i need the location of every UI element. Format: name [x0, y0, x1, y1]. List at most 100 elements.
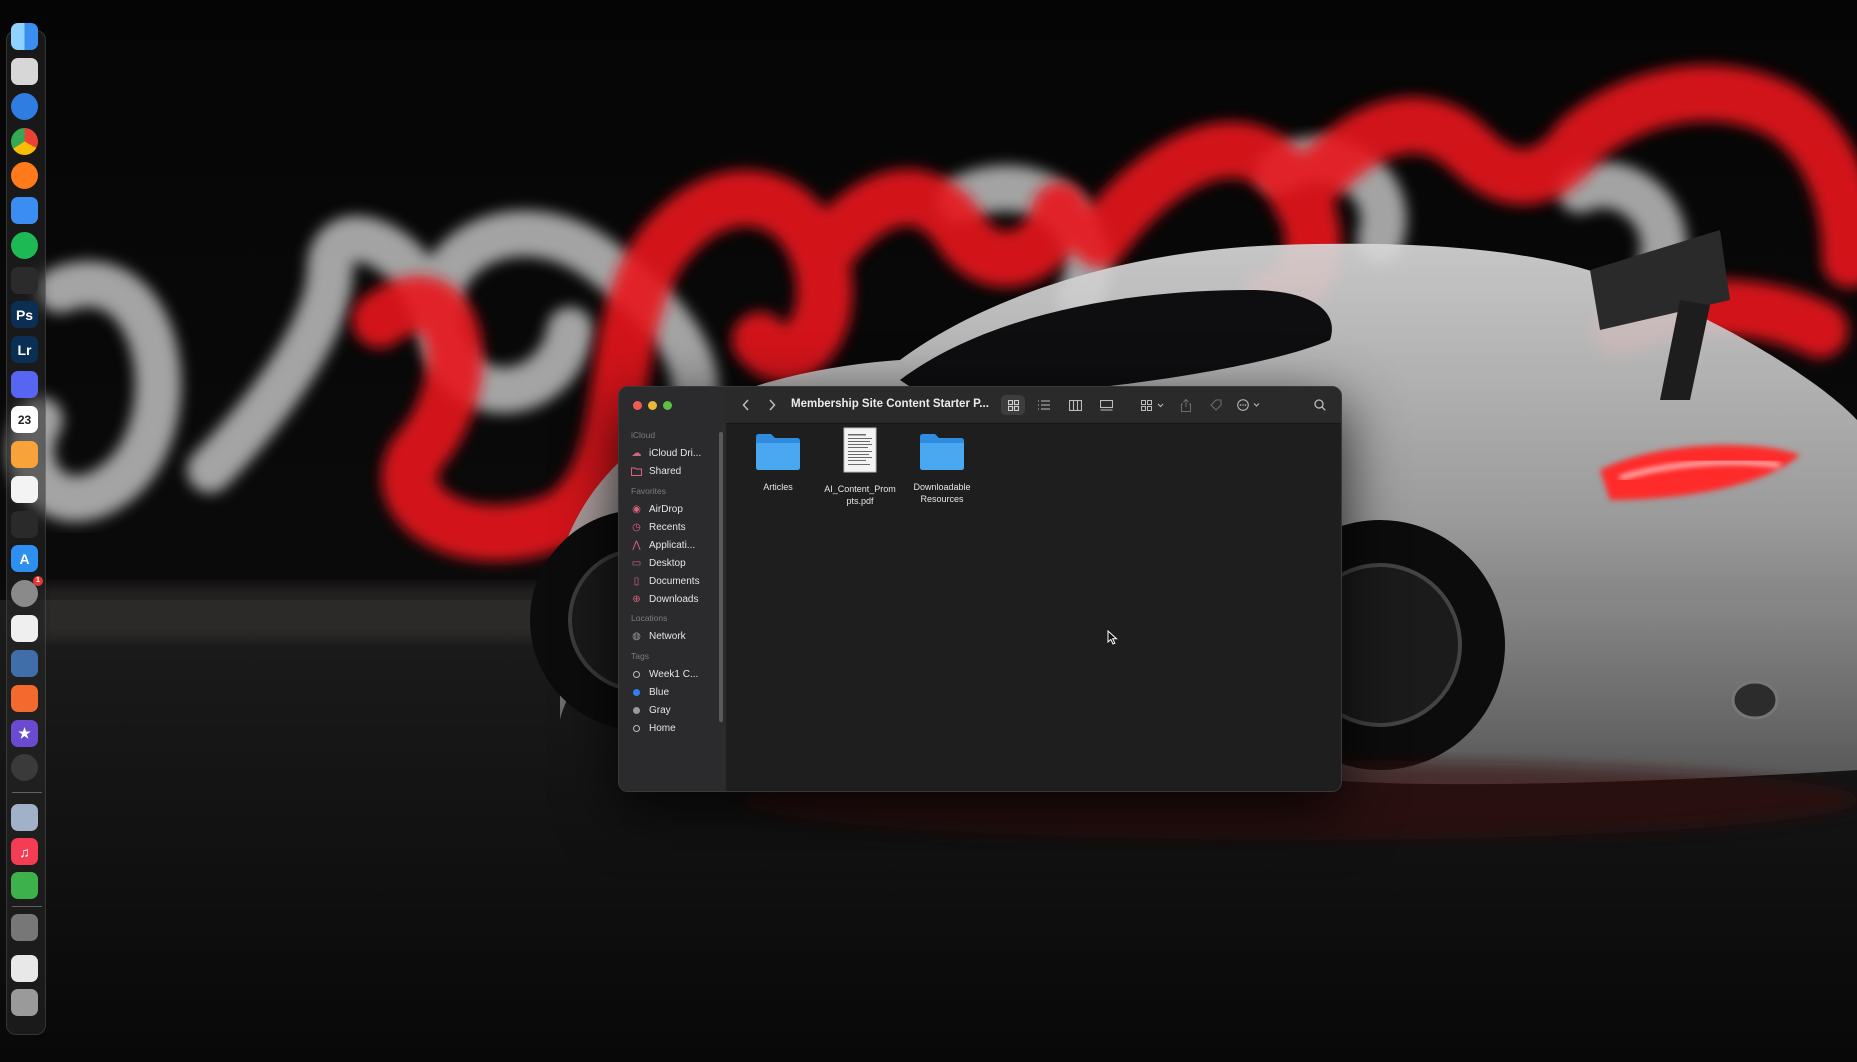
gallery-icon: [1099, 399, 1113, 411]
finder-content-area: Articles AI_Content_Prom pts.pdf Downloa…: [726, 424, 1341, 791]
grid-icon: [1007, 399, 1019, 411]
screenshot-thumbnail-icon[interactable]: [11, 914, 38, 941]
pdf-document-icon: [843, 427, 877, 473]
document-icon: ▯: [633, 575, 640, 587]
close-window-button[interactable]: [633, 401, 642, 410]
obs-icon[interactable]: [11, 754, 38, 781]
columns-icon: [1068, 399, 1082, 411]
notification-badge: 1: [33, 576, 43, 586]
file-item-ai-content-prompts-pdf[interactable]: AI_Content_Prom pts.pdf: [820, 424, 900, 507]
ellipsis-circle-chevron-icon: [1237, 399, 1260, 411]
sidebar-tag-gray[interactable]: Gray: [631, 701, 719, 719]
sidebar-tag-blue[interactable]: Blue: [631, 683, 719, 701]
sidebar-item-documents[interactable]: ▯ Documents: [631, 572, 719, 590]
dock-icon-label: A: [19, 550, 30, 567]
trash-icon[interactable]: [11, 989, 38, 1016]
list-view-button[interactable]: [1032, 395, 1056, 415]
file-name: Articles: [763, 482, 793, 492]
group-grid-chevron-icon: [1141, 399, 1164, 411]
sidebar-item-label: Applicati...: [649, 539, 696, 551]
finder-icon[interactable]: [11, 23, 38, 50]
dock-icon-label: Ps: [15, 306, 34, 323]
preview-icon[interactable]: [11, 804, 38, 831]
sidebar-section-tags: Tags: [631, 651, 649, 661]
music-icon[interactable]: ♫: [11, 838, 38, 865]
calendar-icon[interactable]: 23: [11, 406, 38, 433]
file-name-line-1: AI_Content_Prom: [824, 484, 896, 494]
sidebar-scrollbar[interactable]: [719, 432, 723, 722]
file-name-line-2: Resources: [920, 493, 964, 504]
app-store-icon[interactable]: A: [11, 545, 38, 572]
finder-window: iCloud ☁ iCloud Dri... Shared Favorites …: [618, 386, 1342, 792]
tag-button[interactable]: [1206, 395, 1226, 415]
sidebar-item-shared[interactable]: Shared: [631, 462, 719, 480]
proxyman-icon[interactable]: [11, 650, 38, 677]
forward-button[interactable]: [764, 395, 780, 415]
clock-icon: ◷: [632, 521, 641, 533]
chevron-left-icon: [742, 399, 749, 411]
search-button[interactable]: [1310, 395, 1330, 415]
sidebar-item-desktop[interactable]: ▭ Desktop: [631, 554, 719, 572]
finder-toolbar: Membership Site Content Starter P...: [726, 387, 1341, 424]
sidebar-section-locations: Locations: [631, 613, 668, 623]
dock-icon-label: 23: [17, 412, 32, 427]
numbers-icon[interactable]: [11, 872, 38, 899]
zoom-window-button[interactable]: [663, 401, 672, 410]
firefox-icon[interactable]: [11, 162, 38, 189]
tag-icon: [1210, 399, 1222, 411]
sidebar-item-label: Documents: [649, 575, 700, 587]
perplexity-icon[interactable]: [11, 511, 38, 538]
sidebar-item-label: Gray: [649, 704, 671, 716]
sidebar-item-network[interactable]: ◍ Network: [631, 627, 719, 645]
file-item-articles[interactable]: Articles: [738, 424, 818, 494]
airdrop-icon: ◉: [632, 503, 641, 515]
gallery-view-button[interactable]: [1094, 395, 1118, 415]
cube-icon[interactable]: [11, 685, 38, 712]
lightroom-icon[interactable]: Lr: [11, 336, 38, 363]
list-icon: [1038, 400, 1050, 410]
sidebar-item-airdrop[interactable]: ◉ AirDrop: [631, 500, 719, 518]
script-editor-icon[interactable]: [11, 615, 38, 642]
sidebar-section-favorites: Favorites: [631, 486, 666, 496]
mouse-pointer-icon: [1107, 630, 1118, 645]
sidebar-item-label: iCloud Dri...: [649, 447, 702, 459]
sidebar-item-label: Downloads: [649, 593, 699, 605]
folder-icon: [756, 434, 800, 470]
photoshop-icon[interactable]: Ps: [11, 301, 38, 328]
more-actions-button[interactable]: [1234, 395, 1264, 415]
dock: Ps Lr 23 A 1 ★ ♫: [6, 23, 46, 1035]
safari-icon[interactable]: [11, 93, 38, 120]
settings-icon[interactable]: 1: [11, 576, 43, 607]
spotify-icon[interactable]: [11, 232, 38, 259]
chevron-right-icon: [769, 399, 776, 411]
minimize-window-button[interactable]: [648, 401, 657, 410]
chatgpt-icon[interactable]: [11, 267, 38, 294]
sidebar-item-label: Shared: [649, 465, 682, 477]
sidebar-item-applications[interactable]: ⋀ Applicati...: [631, 536, 719, 554]
back-button[interactable]: [738, 395, 754, 415]
file-item-downloadable-resources[interactable]: Downloadable Resources: [902, 424, 982, 505]
group-by-button[interactable]: [1138, 395, 1168, 415]
document-thumbnail-icon[interactable]: [11, 955, 38, 982]
cloud-icon: ☁: [631, 447, 642, 459]
mail-icon[interactable]: [11, 197, 38, 224]
icon-view-button[interactable]: [1001, 395, 1025, 415]
launchpad-icon[interactable]: [11, 58, 38, 85]
discord-icon[interactable]: [11, 371, 38, 398]
sidebar-item-label: Week1 C...: [649, 668, 699, 680]
share-button[interactable]: [1176, 395, 1196, 415]
sidebar-item-icloud-drive[interactable]: ☁ iCloud Dri...: [631, 444, 719, 462]
column-view-button[interactable]: [1063, 395, 1087, 415]
tag-gray-icon: [633, 706, 640, 714]
chrome-icon[interactable]: [11, 128, 38, 155]
sidebar-tag-week1[interactable]: Week1 C...: [631, 665, 719, 683]
sidebar-item-downloads[interactable]: ⊕ Downloads: [631, 590, 719, 608]
file-name-line-1: Downloadable: [913, 482, 971, 492]
pages-icon[interactable]: [11, 441, 38, 468]
notes-icon[interactable]: [11, 476, 38, 503]
desktop: Ps Lr 23 A 1 ★ ♫ iCloud ☁ iCloud Dri... Shared…: [0, 0, 1857, 1062]
sidebar-item-recents[interactable]: ◷ Recents: [631, 518, 719, 536]
applications-icon: ⋀: [632, 539, 641, 551]
imovie-icon[interactable]: ★: [11, 720, 38, 747]
sidebar-tag-home[interactable]: Home: [631, 719, 719, 737]
